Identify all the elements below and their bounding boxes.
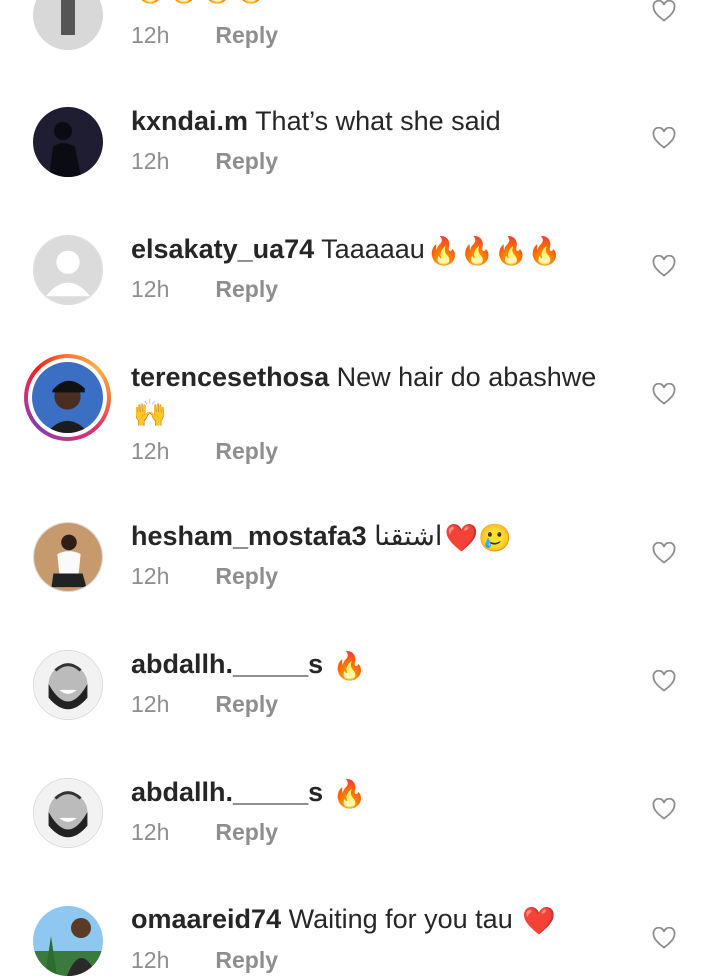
comment-text: abdallh._____s 🔥 bbox=[131, 647, 366, 683]
timestamp: 12h bbox=[131, 819, 170, 845]
comment-text: terencesethosa New hair do abashwe bbox=[131, 360, 596, 394]
reply-button[interactable]: Reply bbox=[215, 819, 278, 845]
timestamp: 12h bbox=[131, 22, 170, 48]
heart-outline-icon[interactable] bbox=[652, 927, 676, 949]
story-ring[interactable] bbox=[24, 354, 111, 441]
comment-meta: 12h Reply bbox=[131, 276, 278, 303]
reply-button[interactable]: Reply bbox=[215, 276, 278, 302]
username-link[interactable]: abdallh._____s bbox=[131, 777, 323, 807]
avatar[interactable] bbox=[33, 778, 103, 848]
reply-button[interactable]: Reply bbox=[215, 563, 278, 589]
username-link[interactable]: terencesethosa bbox=[131, 362, 329, 392]
heart-outline-icon[interactable] bbox=[652, 798, 676, 820]
timestamp: 12h bbox=[131, 276, 170, 302]
comment-meta: 12h Reply bbox=[131, 148, 278, 175]
comment-body: New hair do abashwe bbox=[336, 362, 597, 392]
comment-text: abdallh._____s 🔥 bbox=[131, 775, 366, 811]
timestamp: 12h bbox=[131, 148, 170, 174]
avatar[interactable] bbox=[33, 650, 103, 720]
comment-body: Waiting for you tau bbox=[288, 904, 513, 934]
comment-meta: 12h Reply bbox=[131, 819, 278, 846]
username-link[interactable]: hesham_mostafa3 bbox=[131, 521, 367, 551]
reply-button[interactable]: Reply bbox=[215, 438, 278, 464]
avatar[interactable] bbox=[33, 906, 103, 976]
fire-emoji: 🔥 bbox=[332, 650, 367, 681]
username-link[interactable]: elsakaty_ua74 bbox=[131, 234, 314, 264]
timestamp: 12h bbox=[131, 947, 170, 973]
comment-meta: 12h Reply bbox=[131, 438, 278, 465]
comment-body: That’s what she said bbox=[255, 106, 501, 136]
timestamp: 12h bbox=[131, 438, 170, 464]
heart-outline-icon[interactable] bbox=[652, 255, 676, 277]
avatar[interactable] bbox=[33, 0, 103, 50]
avatar[interactable] bbox=[33, 107, 103, 177]
heart-outline-icon[interactable] bbox=[652, 0, 676, 22]
timestamp: 12h bbox=[131, 563, 170, 589]
reply-button[interactable]: Reply bbox=[215, 691, 278, 717]
comment-text: elsakaty_ua74 Taaaaau🔥🔥🔥🔥 bbox=[131, 232, 561, 268]
heart-crying-emoji: ❤️🥲 bbox=[444, 522, 512, 553]
fire-emoji: 🔥 bbox=[332, 778, 367, 809]
heart-outline-icon[interactable] bbox=[652, 127, 676, 149]
comment-body: اشتقنا bbox=[374, 521, 443, 551]
username-link[interactable]: kxndai.m bbox=[131, 106, 248, 136]
comment-text: 🔥🔥🔥🔥 bbox=[131, 0, 267, 6]
timestamp: 12h bbox=[131, 691, 170, 717]
comment-meta: 12h Reply bbox=[131, 22, 278, 49]
heart-outline-icon[interactable] bbox=[652, 670, 676, 692]
avatar[interactable] bbox=[33, 235, 103, 305]
reply-button[interactable]: Reply bbox=[215, 148, 278, 174]
avatar[interactable] bbox=[33, 522, 103, 592]
fire-emoji: 🔥🔥🔥🔥 bbox=[426, 235, 562, 266]
heart-outline-icon[interactable] bbox=[652, 383, 676, 405]
comment-text: omaareid74 Waiting for you tau ❤️ bbox=[131, 902, 556, 938]
raising-hands-emoji: 🙌 bbox=[133, 397, 167, 428]
comment-meta: 12h Reply bbox=[131, 563, 278, 590]
red-heart-emoji: ❤️ bbox=[522, 905, 556, 936]
username-link[interactable]: omaareid74 bbox=[131, 904, 281, 934]
comment-meta: 12h Reply bbox=[131, 691, 278, 718]
comment-text-continued: 🙌 bbox=[131, 394, 167, 430]
username-link[interactable]: abdallh._____s bbox=[131, 649, 323, 679]
avatar[interactable] bbox=[32, 362, 103, 433]
comment-body: Taaaaau bbox=[321, 234, 425, 264]
comment-text: hesham_mostafa3 اشتقنا❤️🥲 bbox=[131, 519, 512, 555]
reply-button[interactable]: Reply bbox=[215, 22, 278, 48]
fire-emoji: 🔥🔥🔥🔥 bbox=[133, 0, 267, 6]
comment-meta: 12h Reply bbox=[131, 947, 278, 974]
heart-outline-icon[interactable] bbox=[652, 542, 676, 564]
comment-text: kxndai.m That’s what she said bbox=[131, 104, 501, 138]
reply-button[interactable]: Reply bbox=[215, 947, 278, 973]
